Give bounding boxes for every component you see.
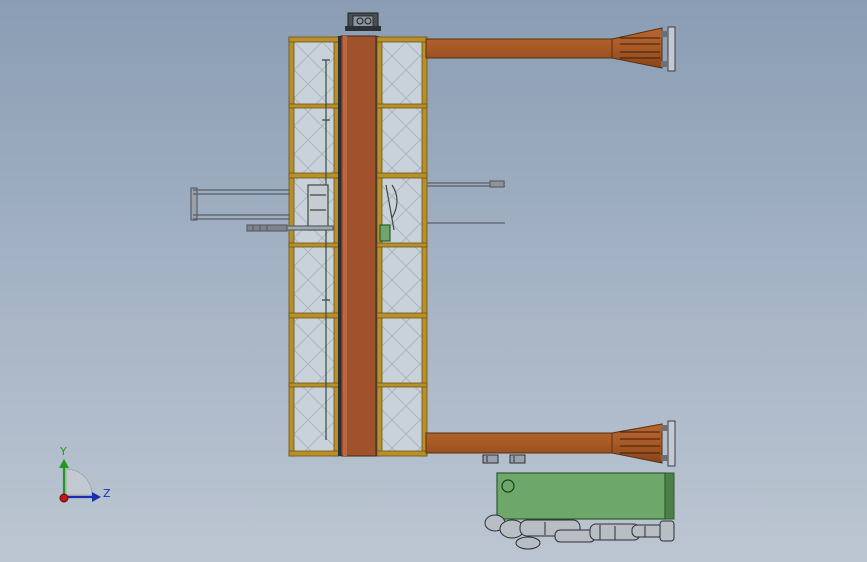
y-axis-label: Y bbox=[59, 445, 67, 458]
bottom-beam[interactable] bbox=[425, 420, 676, 467]
right-frame[interactable] bbox=[376, 36, 428, 457]
hydraulic-unit[interactable] bbox=[496, 472, 675, 520]
center-column[interactable] bbox=[338, 35, 379, 457]
top-drive-unit bbox=[345, 12, 381, 31]
scale-figure bbox=[484, 514, 675, 550]
top-beam-plate bbox=[667, 26, 676, 72]
right-slide-rails bbox=[427, 180, 505, 224]
z-axis-arrow bbox=[92, 492, 101, 502]
z-axis-label: Z bbox=[103, 487, 111, 500]
left-frame[interactable] bbox=[288, 36, 340, 457]
triad-arc bbox=[65, 468, 93, 496]
base-brackets bbox=[482, 454, 526, 464]
y-axis-arrow bbox=[59, 459, 69, 468]
cad-viewport[interactable]: Y Z bbox=[0, 0, 867, 562]
x-axis-dot bbox=[59, 493, 69, 503]
top-beam[interactable] bbox=[425, 26, 676, 72]
bottom-beam-plate bbox=[667, 420, 676, 467]
coordinate-triad: Y Z bbox=[59, 445, 111, 503]
